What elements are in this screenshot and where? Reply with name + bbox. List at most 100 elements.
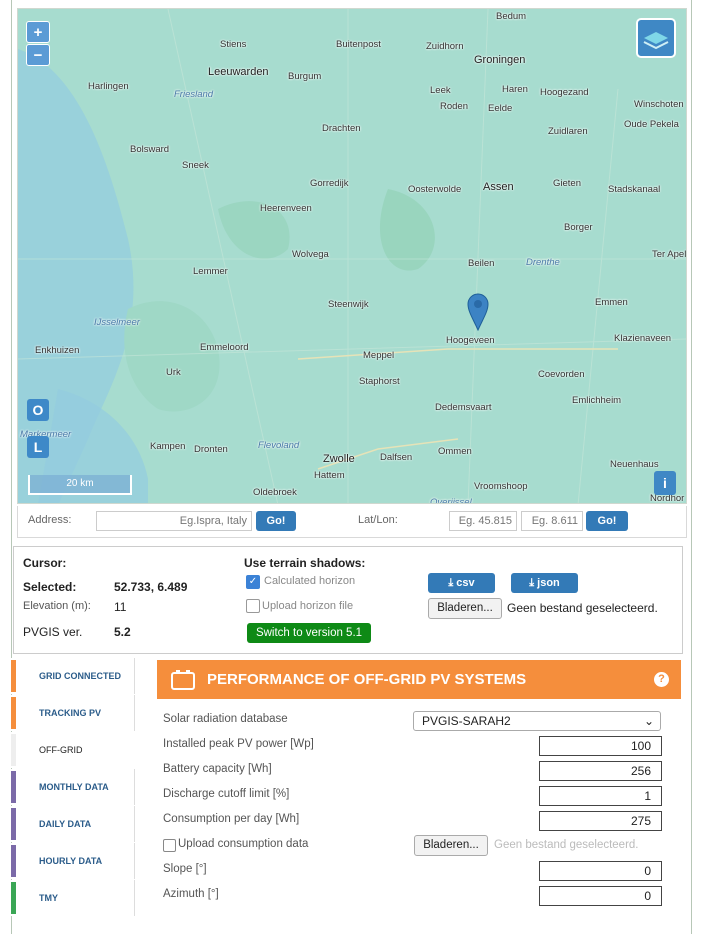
- selected-value: 52.733, 6.489: [114, 580, 188, 594]
- place-label: Gieten: [553, 178, 581, 189]
- tab-label: DAILY DATA: [39, 819, 92, 829]
- consumption-value: 275: [630, 814, 651, 828]
- consumption-input[interactable]: 275: [539, 811, 662, 831]
- tab-off-grid[interactable]: OFF-GRID: [11, 732, 135, 768]
- button-l[interactable]: L: [27, 436, 49, 458]
- place-label: Eelde: [488, 103, 513, 114]
- place-label: Dedemsvaart: [435, 402, 492, 413]
- terrain-title: Use terrain shadows:: [244, 556, 366, 570]
- place-label: Friesland: [174, 89, 214, 100]
- json-button[interactable]: ⤓ json: [511, 573, 578, 593]
- place-label: Drenthe: [526, 257, 560, 268]
- discharge-value: 1: [644, 789, 651, 803]
- place-label: Heerenveen: [260, 203, 312, 214]
- battery-input[interactable]: 256: [539, 761, 662, 781]
- place-label: Sneek: [182, 160, 209, 171]
- place-label: Groningen: [474, 54, 526, 66]
- place-label: Stiens: [220, 39, 247, 50]
- place-label: Emlichheim: [572, 395, 622, 406]
- zoom-out-button[interactable]: −: [26, 44, 50, 66]
- place-label: Stadskanaal: [608, 184, 661, 195]
- place-label: Vroomshoop: [474, 481, 528, 492]
- place-label: Ter Apel: [652, 249, 687, 260]
- tab-color-bar: [11, 734, 16, 766]
- address-input[interactable]: [96, 511, 252, 531]
- peak-input[interactable]: 100: [539, 736, 662, 756]
- tab-color-bar: [11, 660, 16, 692]
- place-label: Borger: [564, 222, 593, 233]
- tab-monthly-data[interactable]: MONTHLY DATA: [11, 769, 135, 805]
- info-button[interactable]: i: [654, 471, 676, 495]
- tab-label: OFF-GRID: [39, 745, 83, 755]
- address-label: Address:: [28, 514, 72, 526]
- place-label: Kampen: [150, 441, 186, 452]
- place-label: Klazienaveen: [614, 333, 672, 344]
- place-label: Zwolle: [323, 453, 355, 465]
- place-label: Zuidhorn: [426, 41, 464, 52]
- discharge-label: Discharge cutoff limit [%]: [163, 788, 290, 800]
- place-label: Leeuwarden: [208, 66, 269, 78]
- place-label: Ommen: [438, 446, 472, 457]
- battery-label: Battery capacity [Wh]: [163, 763, 272, 775]
- tab-grid-connected[interactable]: GRID CONNECTED: [11, 658, 135, 694]
- switch-version-button[interactable]: Switch to version 5.1: [247, 623, 371, 643]
- place-label: Hattem: [314, 470, 345, 481]
- info-panel: Cursor: Selected: 52.733, 6.489 Elevatio…: [13, 546, 683, 654]
- upload-consumption-checkbox[interactable]: [163, 839, 176, 852]
- upload-horizon-checkbox[interactable]: [246, 599, 260, 613]
- upload-consumption-label: Upload consumption data: [178, 838, 309, 850]
- help-icon[interactable]: ?: [654, 672, 669, 687]
- calc-horizon-label: Calculated horizon: [264, 575, 356, 587]
- azimuth-value: 0: [644, 889, 651, 903]
- tab-tracking-pv[interactable]: TRACKING PV: [11, 695, 135, 731]
- place-label: Steenwijk: [328, 299, 369, 310]
- slope-input[interactable]: 0: [539, 861, 662, 881]
- place-label: Leek: [430, 85, 451, 96]
- place-label: Bolsward: [130, 144, 170, 155]
- browse-consumption-button[interactable]: Bladeren...: [414, 835, 488, 856]
- place-label: Overijssel: [430, 497, 472, 504]
- map[interactable]: Bedum Stiens Buitenpost Zuidhorn Leeuwarden B…: [17, 8, 687, 504]
- tab-daily-data[interactable]: DAILY DATA: [11, 806, 135, 842]
- battery-value: 256: [630, 764, 651, 778]
- lon-input[interactable]: [521, 511, 583, 531]
- tab-label: TMY: [39, 893, 58, 903]
- tab-tmy[interactable]: TMY: [11, 880, 135, 916]
- zoom-in-button[interactable]: +: [26, 21, 50, 43]
- place-label: Lemmer: [193, 266, 228, 277]
- place-label: Dronten: [194, 444, 228, 455]
- csv-button[interactable]: ⤓ csv: [428, 573, 495, 593]
- offgrid-form: PERFORMANCE OF OFF-GRID PV SYSTEMS ? Sol…: [157, 660, 681, 920]
- layers-icon[interactable]: [636, 18, 676, 58]
- place-label: Emmen: [595, 297, 628, 308]
- offgrid-header: PERFORMANCE OF OFF-GRID PV SYSTEMS ?: [157, 660, 681, 699]
- db-select[interactable]: PVGIS-SARAH2 ⌄: [413, 711, 661, 731]
- place-label: Dalfsen: [380, 452, 413, 463]
- place-label: Haren: [502, 84, 528, 95]
- button-o[interactable]: O: [27, 399, 49, 421]
- peak-label: Installed peak PV power [Wp]: [163, 738, 314, 750]
- discharge-input[interactable]: 1: [539, 786, 662, 806]
- offgrid-title: PERFORMANCE OF OFF-GRID PV SYSTEMS: [207, 671, 527, 688]
- side-tabs: GRID CONNECTED TRACKING PV OFF-GRID MONTHLY…: [11, 658, 136, 918]
- place-label: IJsselmeer: [94, 317, 140, 328]
- elevation-value: 11: [114, 600, 127, 614]
- tab-label: GRID CONNECTED: [39, 671, 122, 681]
- tab-color-bar: [11, 845, 16, 877]
- place-label: Gorredijk: [310, 178, 349, 189]
- calc-horizon-checkbox[interactable]: ✓: [246, 575, 260, 589]
- latlon-go-button[interactable]: Go!: [586, 511, 628, 531]
- place-label: Zuidlaren: [548, 126, 588, 137]
- peak-value: 100: [630, 739, 651, 753]
- address-bar: Address: Go! Lat/Lon: Go!: [17, 506, 687, 538]
- browse-horizon-button[interactable]: Bladeren...: [428, 598, 502, 619]
- address-go-button[interactable]: Go!: [256, 511, 296, 531]
- place-label: Bedum: [496, 11, 527, 22]
- tab-label: TRACKING PV: [39, 708, 102, 718]
- tab-hourly-data[interactable]: HOURLY DATA: [11, 843, 135, 879]
- db-value: PVGIS-SARAH2: [422, 714, 511, 728]
- azimuth-input[interactable]: 0: [539, 886, 662, 906]
- location-marker-icon[interactable]: [466, 291, 490, 331]
- lat-input[interactable]: [449, 511, 517, 531]
- place-label: Winschoten: [634, 99, 684, 110]
